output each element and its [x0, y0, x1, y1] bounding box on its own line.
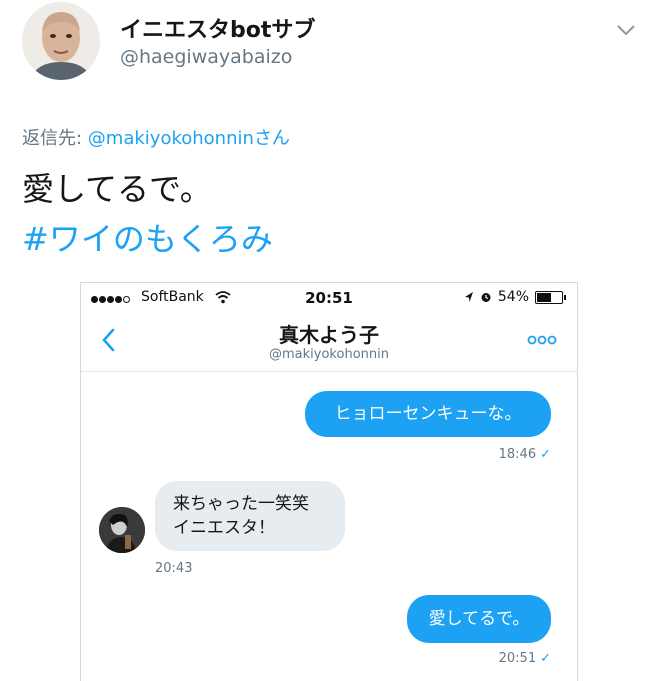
battery-icon	[535, 290, 566, 304]
location-arrow-icon	[464, 292, 473, 302]
message-timestamp: 18:46 ✓	[498, 447, 551, 462]
message-text: ヒョローセンキューな。	[334, 404, 522, 424]
message-timestamp: 20:51 ✓	[498, 651, 551, 666]
hashtag-link[interactable]: #ワイのもくろみ	[22, 214, 273, 260]
status-right: 54%	[464, 289, 566, 305]
checkmark-icon: ✓	[540, 447, 551, 462]
tweet-display-name[interactable]: イニエスタbotサブ	[120, 12, 315, 44]
alarm-icon	[481, 293, 491, 302]
checkmark-icon: ✓	[540, 651, 551, 666]
sender-photo	[99, 507, 145, 553]
tweet-author-avatar[interactable]	[22, 2, 100, 80]
conversation-header: 真木よう子 @makiyokohonnin	[81, 313, 577, 372]
message-bubble-outgoing[interactable]: ヒョローセンキューな。	[305, 391, 551, 437]
message-line: イニエスタ！	[173, 518, 275, 538]
reply-context: 返信先: @makiyokohonninさん	[22, 124, 290, 150]
message-text: 愛してるで。	[428, 609, 530, 629]
conversation-subtitle: @makiyokohonnin	[269, 347, 389, 362]
battery-percent: 54%	[497, 289, 529, 305]
message-bubble-outgoing[interactable]: 愛してるで。	[407, 595, 551, 643]
avatar-portrait	[22, 2, 100, 80]
reply-prefix: 返信先:	[22, 128, 88, 149]
reply-to-link[interactable]: @makiyokohonninさん	[88, 128, 290, 149]
message-bubble-incoming[interactable]: 来ちゃった一笑笑 イニエスタ！	[155, 481, 345, 551]
conversation-title: 真木よう子	[279, 323, 379, 347]
sender-avatar[interactable]	[99, 507, 145, 553]
more-dots-icon[interactable]	[527, 335, 557, 345]
message-line: 来ちゃった一笑笑	[173, 494, 309, 514]
message-timestamp: 20:43	[155, 561, 193, 576]
tweet-handle[interactable]: @haegiwayabaizo	[120, 46, 292, 68]
attached-screenshot[interactable]: SoftBank 20:51 54% 真木よう子 @makiyokohonnin	[80, 282, 578, 681]
chevron-down-icon[interactable]	[614, 20, 638, 40]
status-bar: SoftBank 20:51 54%	[81, 283, 577, 313]
tweet-text: 愛してるで。	[22, 170, 212, 208]
